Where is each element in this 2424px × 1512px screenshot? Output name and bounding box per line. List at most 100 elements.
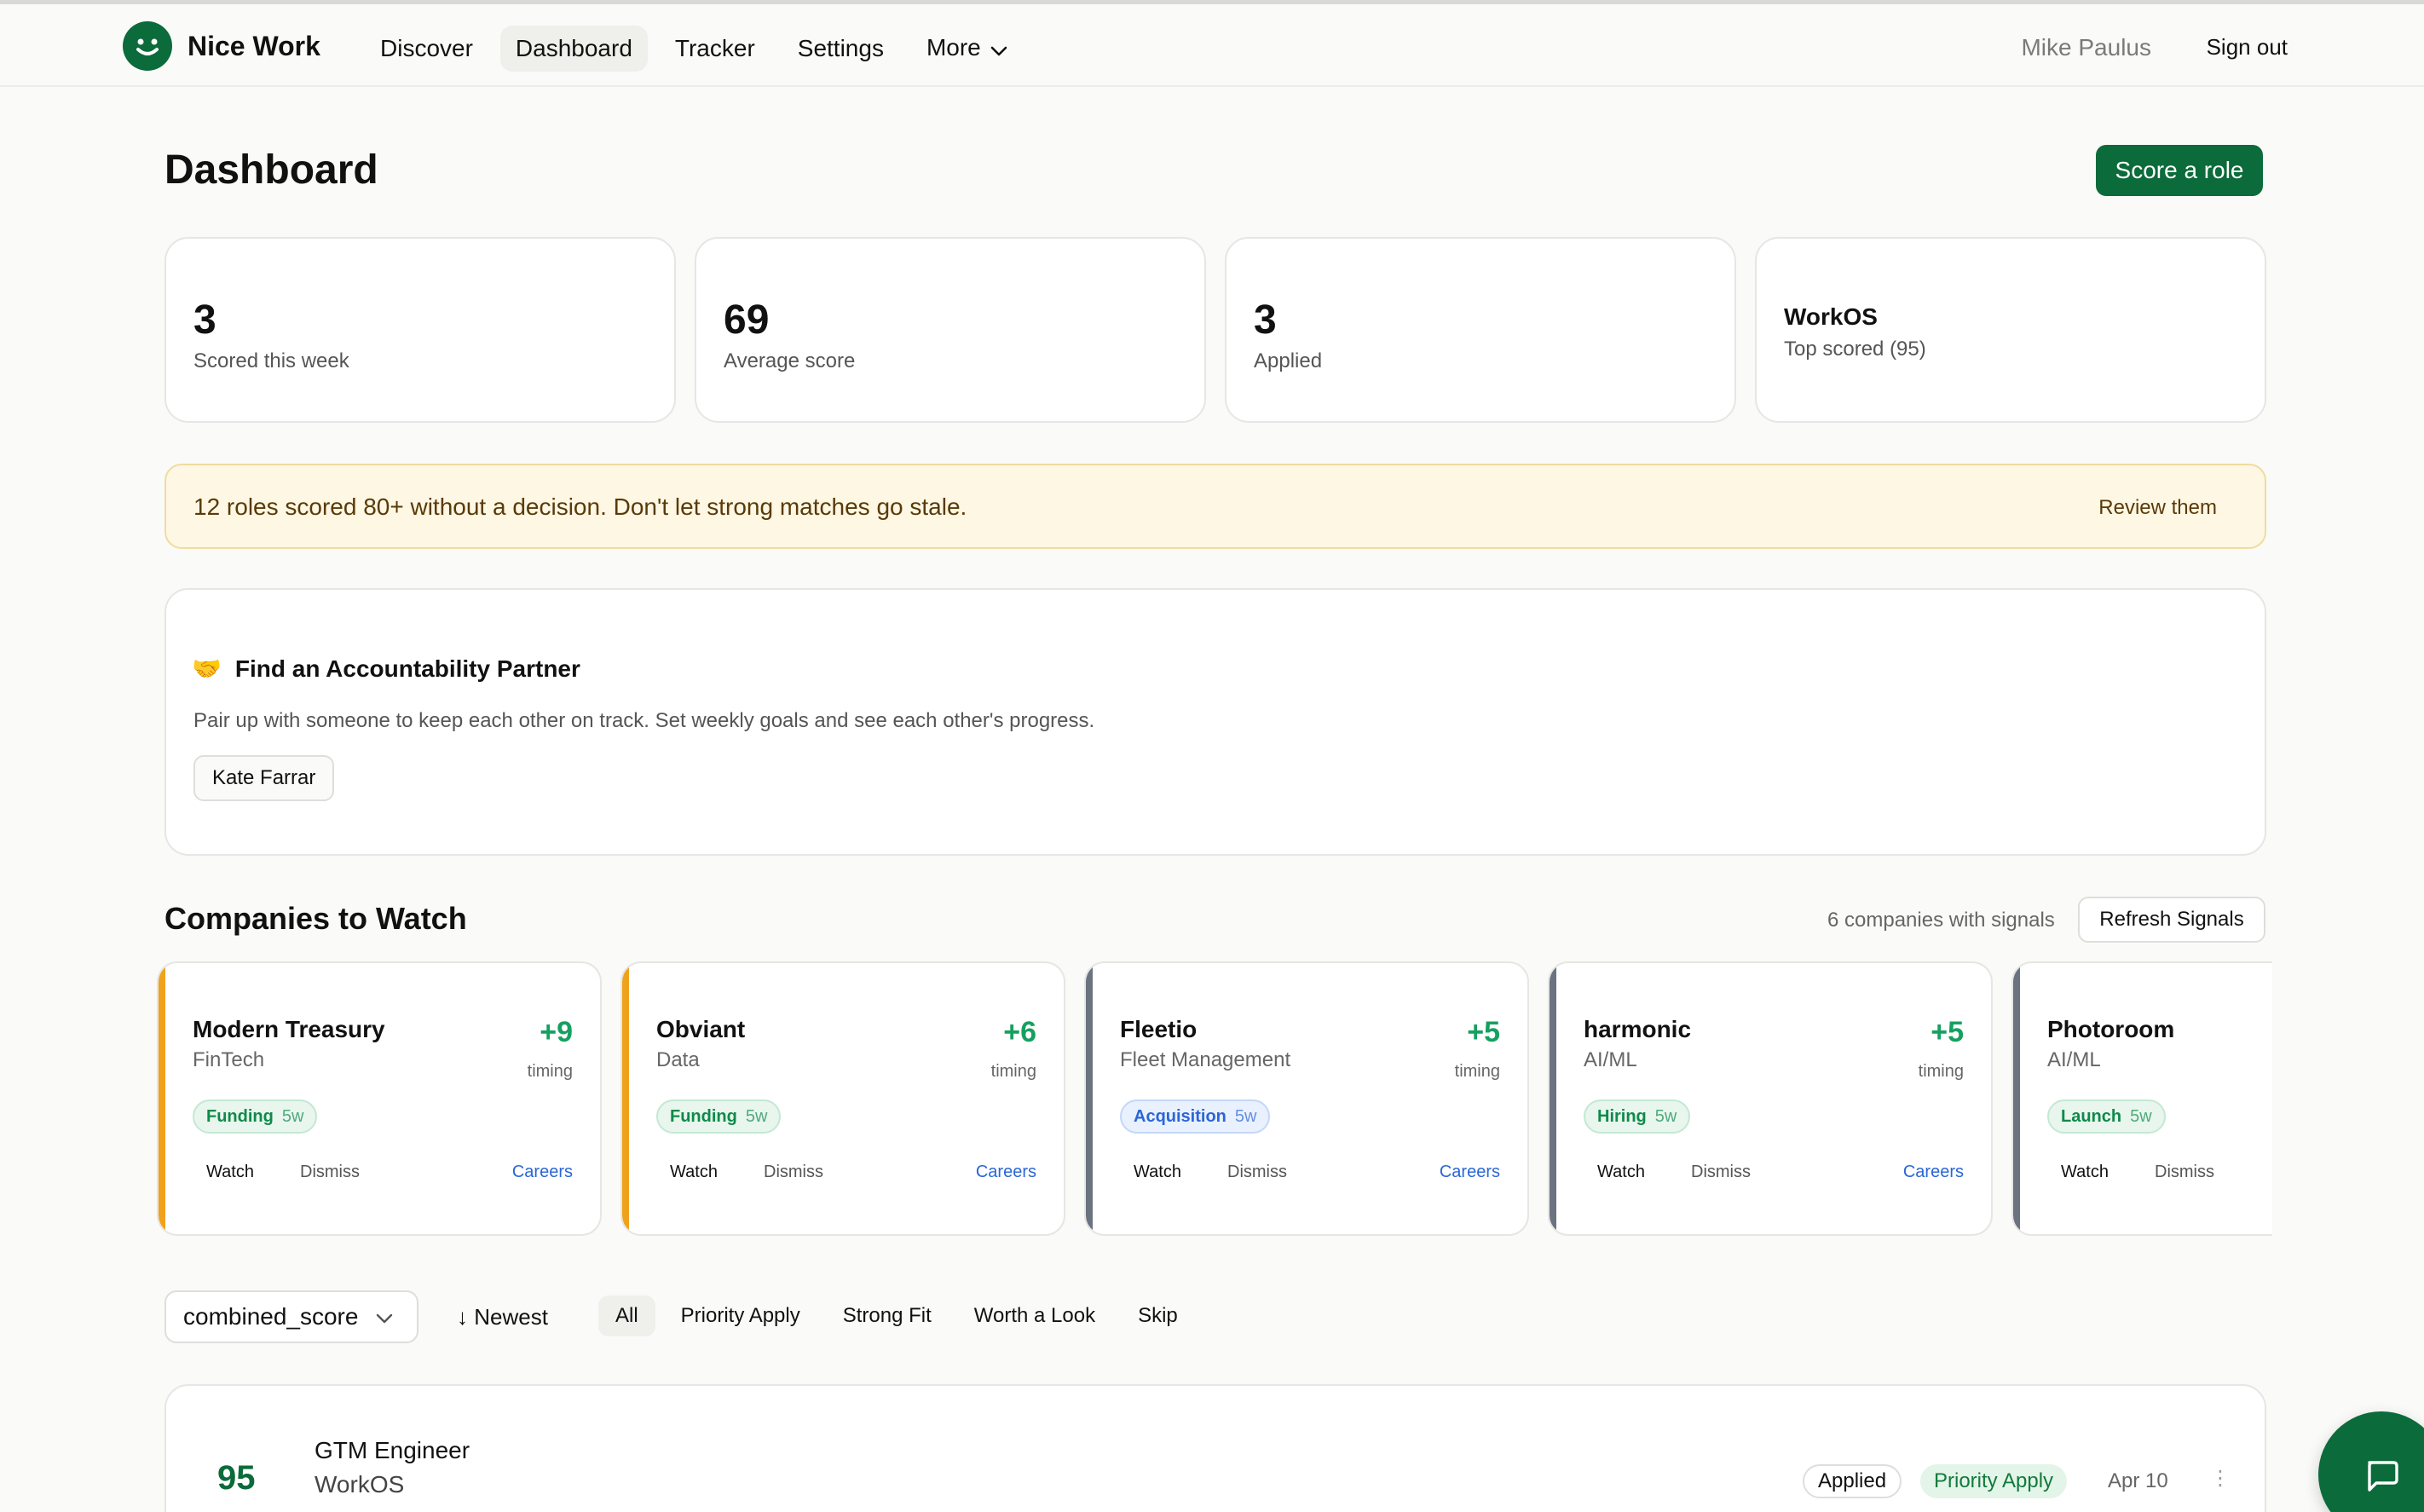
watch-button[interactable]: Watch — [670, 1163, 718, 1182]
timing-delta: +6 — [1003, 1016, 1036, 1048]
sort-value: combined_score — [183, 1303, 359, 1330]
company-name: Photoroom — [2047, 1016, 2175, 1042]
card-stripe — [2013, 963, 2020, 1234]
filter-tabs: All Priority Apply Strong Fit Worth a Lo… — [598, 1296, 1195, 1336]
company-name: Obviant — [656, 1016, 746, 1042]
stat-card-top-scored[interactable]: WorkOS Top scored (95) — [1755, 237, 2266, 423]
stale-matches-alert: 12 roles scored 80+ without a decision. … — [164, 464, 2266, 549]
company-card: Modern Treasury FinTech +9 timing Fundin… — [157, 961, 602, 1236]
watch-button[interactable]: Watch — [206, 1163, 254, 1182]
chat-bubble-icon — [2368, 1461, 2398, 1492]
card-stripe — [1086, 963, 1093, 1234]
dismiss-button[interactable]: Dismiss — [2155, 1163, 2214, 1182]
brand-name: Nice Work — [188, 30, 320, 61]
timing-delta: +5 — [1931, 1016, 1964, 1048]
role-score: 95 — [217, 1459, 256, 1497]
filter-skip[interactable]: Skip — [1121, 1296, 1195, 1336]
stat-label: Average score — [724, 349, 856, 372]
signal-tag: Funding 5w — [193, 1099, 318, 1134]
careers-link[interactable]: Careers — [1903, 1163, 1964, 1182]
sign-out-link[interactable]: Sign out — [2207, 34, 2288, 61]
stat-label: Scored this week — [193, 349, 349, 372]
nav-dashboard[interactable]: Dashboard — [499, 25, 648, 72]
filter-all[interactable]: All — [598, 1296, 655, 1336]
companies-strip: Modern Treasury FinTech +9 timing Fundin… — [157, 961, 2272, 1238]
dismiss-button[interactable]: Dismiss — [1691, 1163, 1751, 1182]
status-badge[interactable]: Applied — [1803, 1464, 1902, 1498]
nav-more-label: More — [926, 34, 981, 61]
dismiss-button[interactable]: Dismiss — [300, 1163, 360, 1182]
timing-delta: +5 — [1467, 1016, 1500, 1048]
timing-label: timing — [527, 1062, 573, 1081]
watch-button[interactable]: Watch — [1597, 1163, 1645, 1182]
role-date: Apr 10 — [2108, 1469, 2168, 1492]
stat-card-scored: 3 Scored this week — [164, 237, 676, 423]
careers-link[interactable]: Careers — [976, 1163, 1036, 1182]
stat-label: Applied — [1254, 349, 1323, 372]
partner-description: Pair up with someone to keep each other … — [193, 709, 1095, 732]
priority-badge: Priority Apply — [1920, 1464, 2068, 1498]
role-row[interactable]: 95 GTM Engineer WorkOS Applied Priority … — [164, 1384, 2266, 1512]
signal-tag: Acquisition 5w — [1120, 1099, 1271, 1134]
company-industry: AI/ML — [1584, 1048, 1637, 1071]
role-company: WorkOS — [315, 1471, 405, 1498]
dismiss-button[interactable]: Dismiss — [764, 1163, 823, 1182]
card-stripe — [622, 963, 629, 1234]
handshake-icon: 🤝 — [192, 655, 222, 682]
smiley-logo-icon — [123, 21, 172, 71]
signal-tag-label: Launch — [2061, 1106, 2122, 1126]
company-card: Photoroom AI/ML Launch 5w Watch Dismiss — [2011, 961, 2272, 1236]
companies-count: 6 companies with signals — [1827, 909, 2055, 932]
stat-value: 3 — [193, 297, 216, 343]
company-name: harmonic — [1584, 1016, 1692, 1042]
company-card: Fleetio Fleet Management +5 timing Acqui… — [1084, 961, 1529, 1236]
company-industry: FinTech — [193, 1048, 265, 1071]
signal-age: 5w — [281, 1106, 304, 1126]
sort-order-toggle[interactable]: ↓ Newest — [457, 1304, 548, 1330]
filter-strong-fit[interactable]: Strong Fit — [826, 1296, 949, 1336]
stat-value: 69 — [724, 297, 770, 343]
watch-button[interactable]: Watch — [1134, 1163, 1181, 1182]
partner-title: Find an Accountability Partner — [234, 655, 580, 682]
stat-company: WorkOS — [1784, 303, 1878, 330]
refresh-signals-button[interactable]: Refresh Signals — [2078, 897, 2265, 943]
review-them-link[interactable]: Review them — [2098, 496, 2217, 520]
watch-button[interactable]: Watch — [2061, 1163, 2109, 1182]
signal-tag-label: Hiring — [1597, 1106, 1647, 1126]
filter-worth-a-look[interactable]: Worth a Look — [957, 1296, 1112, 1336]
nav-settings[interactable]: Settings — [782, 26, 899, 72]
signal-age: 5w — [745, 1106, 768, 1126]
dismiss-button[interactable]: Dismiss — [1227, 1163, 1287, 1182]
careers-link[interactable]: Careers — [512, 1163, 573, 1182]
company-industry: AI/ML — [2047, 1048, 2101, 1071]
company-card: harmonic AI/ML +5 timing Hiring 5w Watch … — [1548, 961, 1993, 1236]
page-title: Dashboard — [164, 147, 378, 193]
role-title: GTM Engineer — [315, 1437, 470, 1463]
score-role-button[interactable]: Score a role — [2096, 145, 2263, 196]
alert-message: 12 roles scored 80+ without a decision. … — [193, 493, 967, 520]
partner-chip[interactable]: Kate Farrar — [193, 755, 335, 801]
partner-title-row: 🤝 Find an Accountability Partner — [192, 655, 580, 683]
nav-discover[interactable]: Discover — [365, 26, 488, 72]
brand[interactable]: Nice Work — [123, 21, 320, 71]
sort-select[interactable]: combined_score — [164, 1290, 418, 1343]
company-card: Obviant Data +6 timing Funding 5w Watch D… — [620, 961, 1065, 1236]
more-options-icon[interactable]: ⋮ — [2210, 1466, 2231, 1491]
stat-card-applied: 3 Applied — [1225, 237, 1736, 423]
signal-tag: Launch 5w — [2047, 1099, 2166, 1134]
signal-tag: Funding 5w — [656, 1099, 782, 1134]
filter-priority-apply[interactable]: Priority Apply — [664, 1296, 817, 1336]
careers-link[interactable]: Careers — [1440, 1163, 1500, 1182]
nav-tracker[interactable]: Tracker — [660, 26, 770, 72]
company-name: Modern Treasury — [193, 1016, 385, 1042]
timing-label: timing — [1454, 1062, 1500, 1081]
company-industry: Data — [656, 1048, 700, 1071]
timing-label: timing — [1918, 1062, 1964, 1081]
nav-more[interactable]: More — [911, 25, 1024, 72]
user-name: Mike Paulus — [2021, 34, 2151, 61]
chat-button[interactable] — [2318, 1411, 2424, 1512]
chevron-down-icon — [375, 1303, 394, 1330]
signal-tag-label: Acquisition — [1134, 1106, 1226, 1126]
signal-age: 5w — [2130, 1106, 2152, 1126]
card-stripe — [159, 963, 165, 1234]
